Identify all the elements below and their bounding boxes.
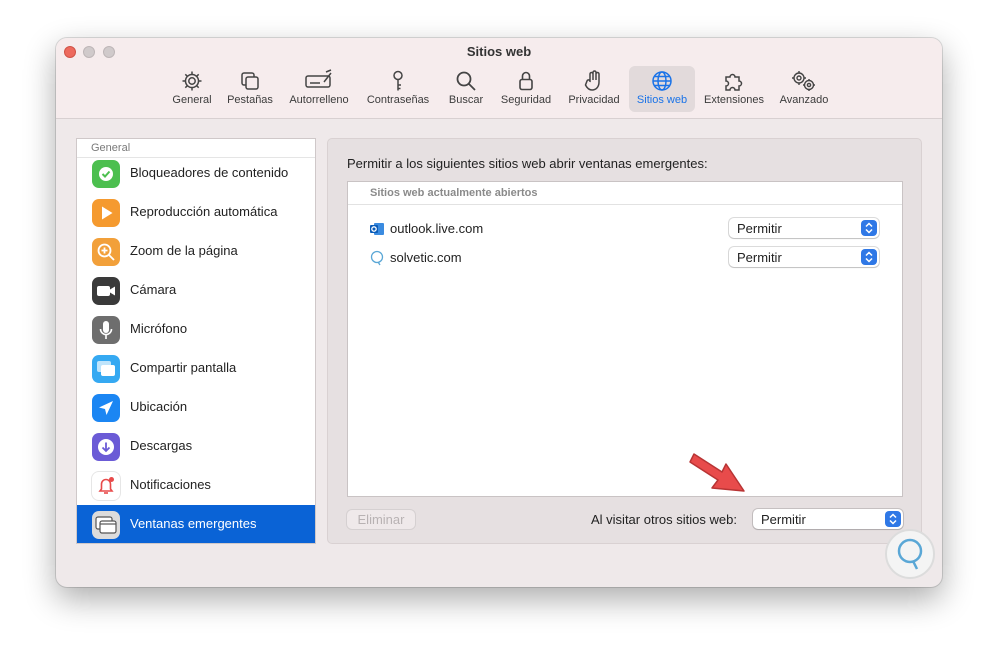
lock-icon bbox=[519, 71, 533, 91]
chevron-updown-icon bbox=[861, 249, 877, 265]
sidebar-item-microphone[interactable]: Micrófono bbox=[77, 310, 315, 349]
tab-label: Contraseñas bbox=[366, 94, 430, 106]
sidebar-item-label: Micrófono bbox=[130, 321, 188, 336]
tab-label: Seguridad bbox=[500, 94, 552, 106]
tab-general[interactable]: General bbox=[166, 66, 218, 112]
gears-icon bbox=[792, 71, 815, 91]
solvetic-icon bbox=[370, 250, 384, 266]
tab-label: Pestañas bbox=[227, 94, 273, 106]
location-icon bbox=[92, 394, 120, 422]
checkmark-shield-icon bbox=[92, 160, 120, 188]
window-title: Sitios web bbox=[466, 44, 532, 59]
tab-extensiones[interactable]: Extensiones bbox=[698, 66, 770, 112]
tab-pestanas[interactable]: Pestañas bbox=[222, 66, 278, 112]
tab-label: Sitios web bbox=[636, 94, 688, 106]
sidebar-item-label: Bloqueadores de contenido bbox=[130, 165, 289, 180]
sidebar-item-label: Cámara bbox=[130, 282, 177, 297]
popup-window-icon bbox=[92, 511, 120, 539]
watermark-logo-icon bbox=[885, 529, 935, 579]
sidebar-item-popup-windows[interactable]: Ventanas emergentes bbox=[77, 505, 315, 543]
sidebar-item-camera[interactable]: Cámara bbox=[77, 271, 315, 310]
sidebar-item-label: Notificaciones bbox=[130, 477, 211, 492]
sites-table[interactable]: Sitios web actualmente abiertos outlook.… bbox=[347, 181, 903, 497]
sidebar-item-label: Zoom de la página bbox=[130, 243, 238, 258]
sidebar-item-autoplay[interactable]: Reproducción automática bbox=[77, 193, 315, 232]
chevron-updown-icon bbox=[861, 220, 877, 236]
select-value: Permitir bbox=[737, 250, 782, 265]
sidebar-item-label: Reproducción automática bbox=[130, 204, 278, 219]
sidebar-item-notifications[interactable]: Notificaciones bbox=[77, 466, 315, 505]
gear-icon bbox=[182, 71, 202, 91]
divider bbox=[348, 204, 902, 205]
camera-icon bbox=[92, 277, 120, 305]
tab-seguridad[interactable]: Seguridad bbox=[496, 66, 556, 112]
tabs-icon bbox=[241, 72, 259, 90]
site-domain: solvetic.com bbox=[390, 250, 462, 265]
sidebar-item-downloads[interactable]: Descargas bbox=[77, 427, 315, 466]
select-value: Permitir bbox=[761, 512, 806, 527]
sidebar-item-screen-share[interactable]: Compartir pantalla bbox=[77, 349, 315, 388]
zoom-icon bbox=[92, 238, 120, 266]
sidebar-item-label: Descargas bbox=[130, 438, 193, 453]
tab-label: Avanzado bbox=[779, 94, 829, 106]
table-header: Sitios web actualmente abiertos bbox=[370, 187, 538, 199]
site-domain: outlook.live.com bbox=[390, 221, 484, 236]
sidebar-item-page-zoom[interactable]: Zoom de la página bbox=[77, 232, 315, 271]
chevron-updown-icon bbox=[885, 511, 901, 527]
tab-avanzado[interactable]: Avanzado bbox=[774, 66, 834, 112]
site-setting-select[interactable]: Permitir bbox=[729, 218, 879, 238]
download-icon bbox=[92, 433, 120, 461]
annotation-arrow-icon bbox=[689, 453, 745, 492]
sidebar-item-label: Compartir pantalla bbox=[130, 360, 237, 375]
sidebar-item-label: Ubicación bbox=[130, 399, 188, 414]
bell-icon bbox=[92, 472, 120, 500]
delete-button[interactable]: Eliminar bbox=[347, 510, 415, 529]
panel-title: Permitir a los siguientes sitios web abr… bbox=[347, 156, 708, 171]
tab-privacidad[interactable]: Privacidad bbox=[563, 66, 625, 112]
preferences-window: Sitios web General Pestañas Autorrelleno… bbox=[56, 38, 942, 587]
puzzle-icon bbox=[725, 73, 743, 91]
play-icon bbox=[92, 199, 120, 227]
other-sites-label: Al visitar otros sitios web: bbox=[591, 512, 737, 527]
tab-autorrelleno[interactable]: Autorrelleno bbox=[284, 66, 354, 112]
select-value: Permitir bbox=[737, 221, 782, 236]
microphone-icon bbox=[92, 316, 120, 344]
globe-icon bbox=[652, 71, 672, 91]
outlook-icon bbox=[370, 223, 384, 235]
tab-label: Buscar bbox=[448, 94, 484, 106]
table-row[interactable]: solvetic.com Permitir bbox=[348, 243, 902, 272]
sidebar-item-label: Ventanas emergentes bbox=[130, 516, 257, 531]
search-icon bbox=[456, 71, 476, 91]
screen-share-icon bbox=[92, 355, 120, 383]
table-row[interactable]: outlook.live.com Permitir bbox=[348, 214, 902, 243]
tab-buscar[interactable]: Buscar bbox=[442, 66, 490, 112]
key-icon bbox=[393, 70, 403, 91]
other-sites-select[interactable]: Permitir bbox=[753, 509, 903, 529]
tab-label: Privacidad bbox=[568, 94, 620, 106]
tab-contrasenas[interactable]: Contraseñas bbox=[362, 66, 434, 112]
sidebar-item-location[interactable]: Ubicación bbox=[77, 388, 315, 427]
site-setting-select[interactable]: Permitir bbox=[729, 247, 879, 267]
autofill-icon bbox=[305, 69, 332, 88]
tab-label: General bbox=[172, 94, 212, 106]
tab-sitios-web[interactable]: Sitios web bbox=[629, 66, 695, 112]
tab-label: Extensiones bbox=[704, 94, 764, 106]
toolbar: Sitios web General Pestañas Autorrelleno… bbox=[56, 38, 942, 119]
sidebar-item-content-blockers[interactable]: Bloqueadores de contenido bbox=[77, 154, 315, 193]
sidebar: General Bloqueadores de contenido Reprod… bbox=[76, 138, 316, 544]
tab-label: Autorrelleno bbox=[289, 94, 349, 106]
sidebar-header: General bbox=[91, 142, 131, 154]
main-panel: Permitir a los siguientes sitios web abr… bbox=[327, 138, 922, 544]
hand-icon bbox=[584, 70, 600, 91]
